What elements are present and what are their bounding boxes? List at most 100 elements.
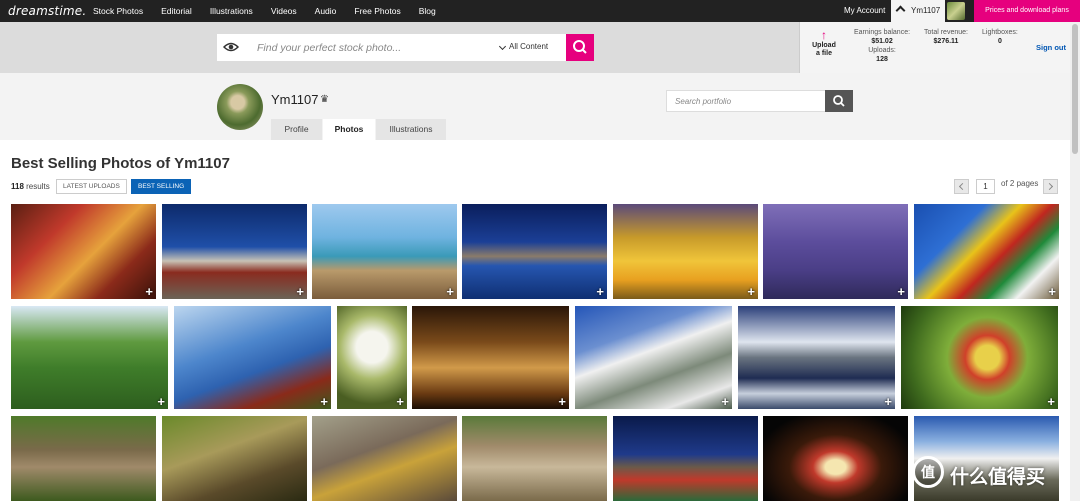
photo-thumbnail[interactable]: + <box>914 204 1059 299</box>
photo-thumbnail[interactable] <box>162 416 307 501</box>
tab-photos[interactable]: Photos <box>323 119 375 140</box>
nav-link-blog[interactable]: Blog <box>419 0 436 22</box>
nav-link-illustrations[interactable]: Illustrations <box>210 0 253 22</box>
plus-icon[interactable]: + <box>596 285 604 298</box>
eye-icon[interactable] <box>223 41 239 53</box>
tab-illustrations[interactable]: Illustrations <box>376 119 446 140</box>
watermark: 值 什么值得买 <box>912 456 1072 492</box>
sort-latest-uploads-button[interactable]: LATEST UPLOADS <box>56 179 127 194</box>
photo-thumbnail[interactable] <box>462 416 607 501</box>
profile-avatar[interactable] <box>217 84 263 130</box>
plus-icon[interactable]: + <box>1048 285 1056 298</box>
photo-thumbnail[interactable] <box>11 416 156 501</box>
photo-thumbnail[interactable]: + <box>613 204 758 299</box>
search-scope-label: All Content <box>509 42 549 51</box>
revenue-stat: Total revenue: $276.11 <box>924 28 968 46</box>
scrollbar-thumb[interactable] <box>1072 24 1078 154</box>
search-scope-select[interactable]: All Content <box>498 42 549 51</box>
plus-icon[interactable]: + <box>897 285 905 298</box>
photo-thumbnail[interactable]: + <box>462 204 607 299</box>
plus-icon[interactable]: + <box>320 395 328 408</box>
nav-link-videos[interactable]: Videos <box>271 0 297 22</box>
prev-page-button[interactable] <box>954 179 969 194</box>
plus-icon[interactable]: + <box>296 285 304 298</box>
main-nav-links: Stock Photos Editorial Illustrations Vid… <box>93 0 454 22</box>
page-total-label: of 2 pages <box>1001 179 1039 188</box>
photo-thumbnail[interactable]: + <box>337 306 407 409</box>
lightboxes-value: 0 <box>997 38 1002 45</box>
plus-icon[interactable]: + <box>396 395 404 408</box>
top-nav: dreamstime. Stock Photos Editorial Illus… <box>0 0 1080 22</box>
revenue-value: $276.11 <box>933 38 959 45</box>
photo-thumbnail[interactable]: + <box>901 306 1058 409</box>
plus-icon[interactable]: + <box>1047 395 1055 408</box>
watermark-text: 什么值得买 <box>950 466 1046 488</box>
plus-icon[interactable]: + <box>558 395 566 408</box>
profile-header: Ym1107 ♛ Profile Photos Illustrations Se… <box>0 73 1070 140</box>
profile-tabs: Profile Photos Illustrations <box>271 119 447 140</box>
photo-thumbnail[interactable]: + <box>763 204 908 299</box>
user-menu-tab[interactable]: Ym1107 <box>891 0 945 22</box>
chevron-up-icon <box>895 5 906 16</box>
upload-arrow-icon: ↑ <box>821 28 827 42</box>
lightboxes-label: Lightboxes: <box>982 29 1018 36</box>
plus-icon[interactable]: + <box>157 395 165 408</box>
earnings-stat: Earnings balance: $51.02 Uploads: 128 <box>854 28 910 64</box>
earnings-label: Earnings balance: <box>854 29 911 36</box>
search-input[interactable]: Find your perfect stock photo... All Con… <box>217 34 566 61</box>
upload-button[interactable]: ↑ Upload a file <box>810 28 838 58</box>
results-label: results <box>26 182 50 191</box>
plus-icon[interactable]: + <box>747 285 755 298</box>
plus-icon[interactable]: + <box>721 395 729 408</box>
photo-thumbnail[interactable]: + <box>738 306 895 409</box>
watermark-icon: 值 <box>912 456 944 488</box>
next-page-button[interactable] <box>1043 179 1058 194</box>
user-menu-name: Ym1107 <box>911 6 941 15</box>
earnings-value: $51.02 <box>871 38 893 45</box>
page-title: Best Selling Photos of Ym1107 <box>11 155 230 172</box>
photo-thumbnail[interactable]: + <box>575 306 732 409</box>
plus-icon[interactable]: + <box>145 285 153 298</box>
portfolio-search-input[interactable]: Search portfolio <box>666 90 826 112</box>
pricing-button[interactable]: Prices and download plans <box>974 0 1080 22</box>
search-icon <box>573 40 587 54</box>
results-count: 118 results <box>11 182 50 191</box>
search-placeholder: Find your perfect stock photo... <box>257 42 402 54</box>
dreamstime-logo[interactable]: dreamstime. <box>8 4 86 18</box>
uploads-value: 128 <box>876 56 888 63</box>
photo-thumbnail[interactable]: + <box>412 306 569 409</box>
lightboxes-stat: Lightboxes: 0 <box>982 28 1018 46</box>
photo-thumbnail[interactable]: + <box>11 204 156 299</box>
portfolio-search-button[interactable] <box>825 90 853 112</box>
plus-icon[interactable]: + <box>884 395 892 408</box>
page-number-input[interactable]: 1 <box>976 179 995 194</box>
photo-thumbnail[interactable] <box>312 416 457 501</box>
portfolio-search-placeholder: Search portfolio <box>675 97 732 106</box>
photo-thumbnail[interactable] <box>763 416 908 501</box>
photo-thumbnail[interactable]: + <box>312 204 457 299</box>
nav-avatar[interactable] <box>947 2 965 20</box>
upload-label: Upload a file <box>812 42 836 57</box>
photo-thumbnail[interactable]: + <box>174 306 331 409</box>
revenue-label: Total revenue: <box>924 29 968 36</box>
nav-link-free-photos[interactable]: Free Photos <box>354 0 400 22</box>
plus-icon[interactable]: + <box>446 285 454 298</box>
crown-icon: ♛ <box>320 94 329 105</box>
photo-thumbnail[interactable]: + <box>11 306 168 409</box>
photo-thumbnail[interactable] <box>613 416 758 501</box>
profile-username: Ym1107 <box>271 92 319 107</box>
account-panel: ↑ Upload a file Earnings balance: $51.02… <box>799 22 1080 73</box>
results-number: 118 <box>11 182 24 191</box>
nav-link-audio[interactable]: Audio <box>315 0 337 22</box>
my-account-link[interactable]: My Account <box>844 0 885 22</box>
chevron-down-icon <box>498 42 507 51</box>
search-icon <box>833 95 845 107</box>
tab-profile[interactable]: Profile <box>271 119 322 140</box>
photo-thumbnail[interactable]: + <box>162 204 307 299</box>
page-scrollbar[interactable] <box>1070 22 1080 501</box>
nav-link-stock-photos[interactable]: Stock Photos <box>93 0 143 22</box>
sign-out-link[interactable]: Sign out <box>1036 43 1066 52</box>
nav-link-editorial[interactable]: Editorial <box>161 0 192 22</box>
sort-best-selling-button[interactable]: BEST SELLING <box>131 179 192 194</box>
search-button[interactable] <box>566 34 594 61</box>
